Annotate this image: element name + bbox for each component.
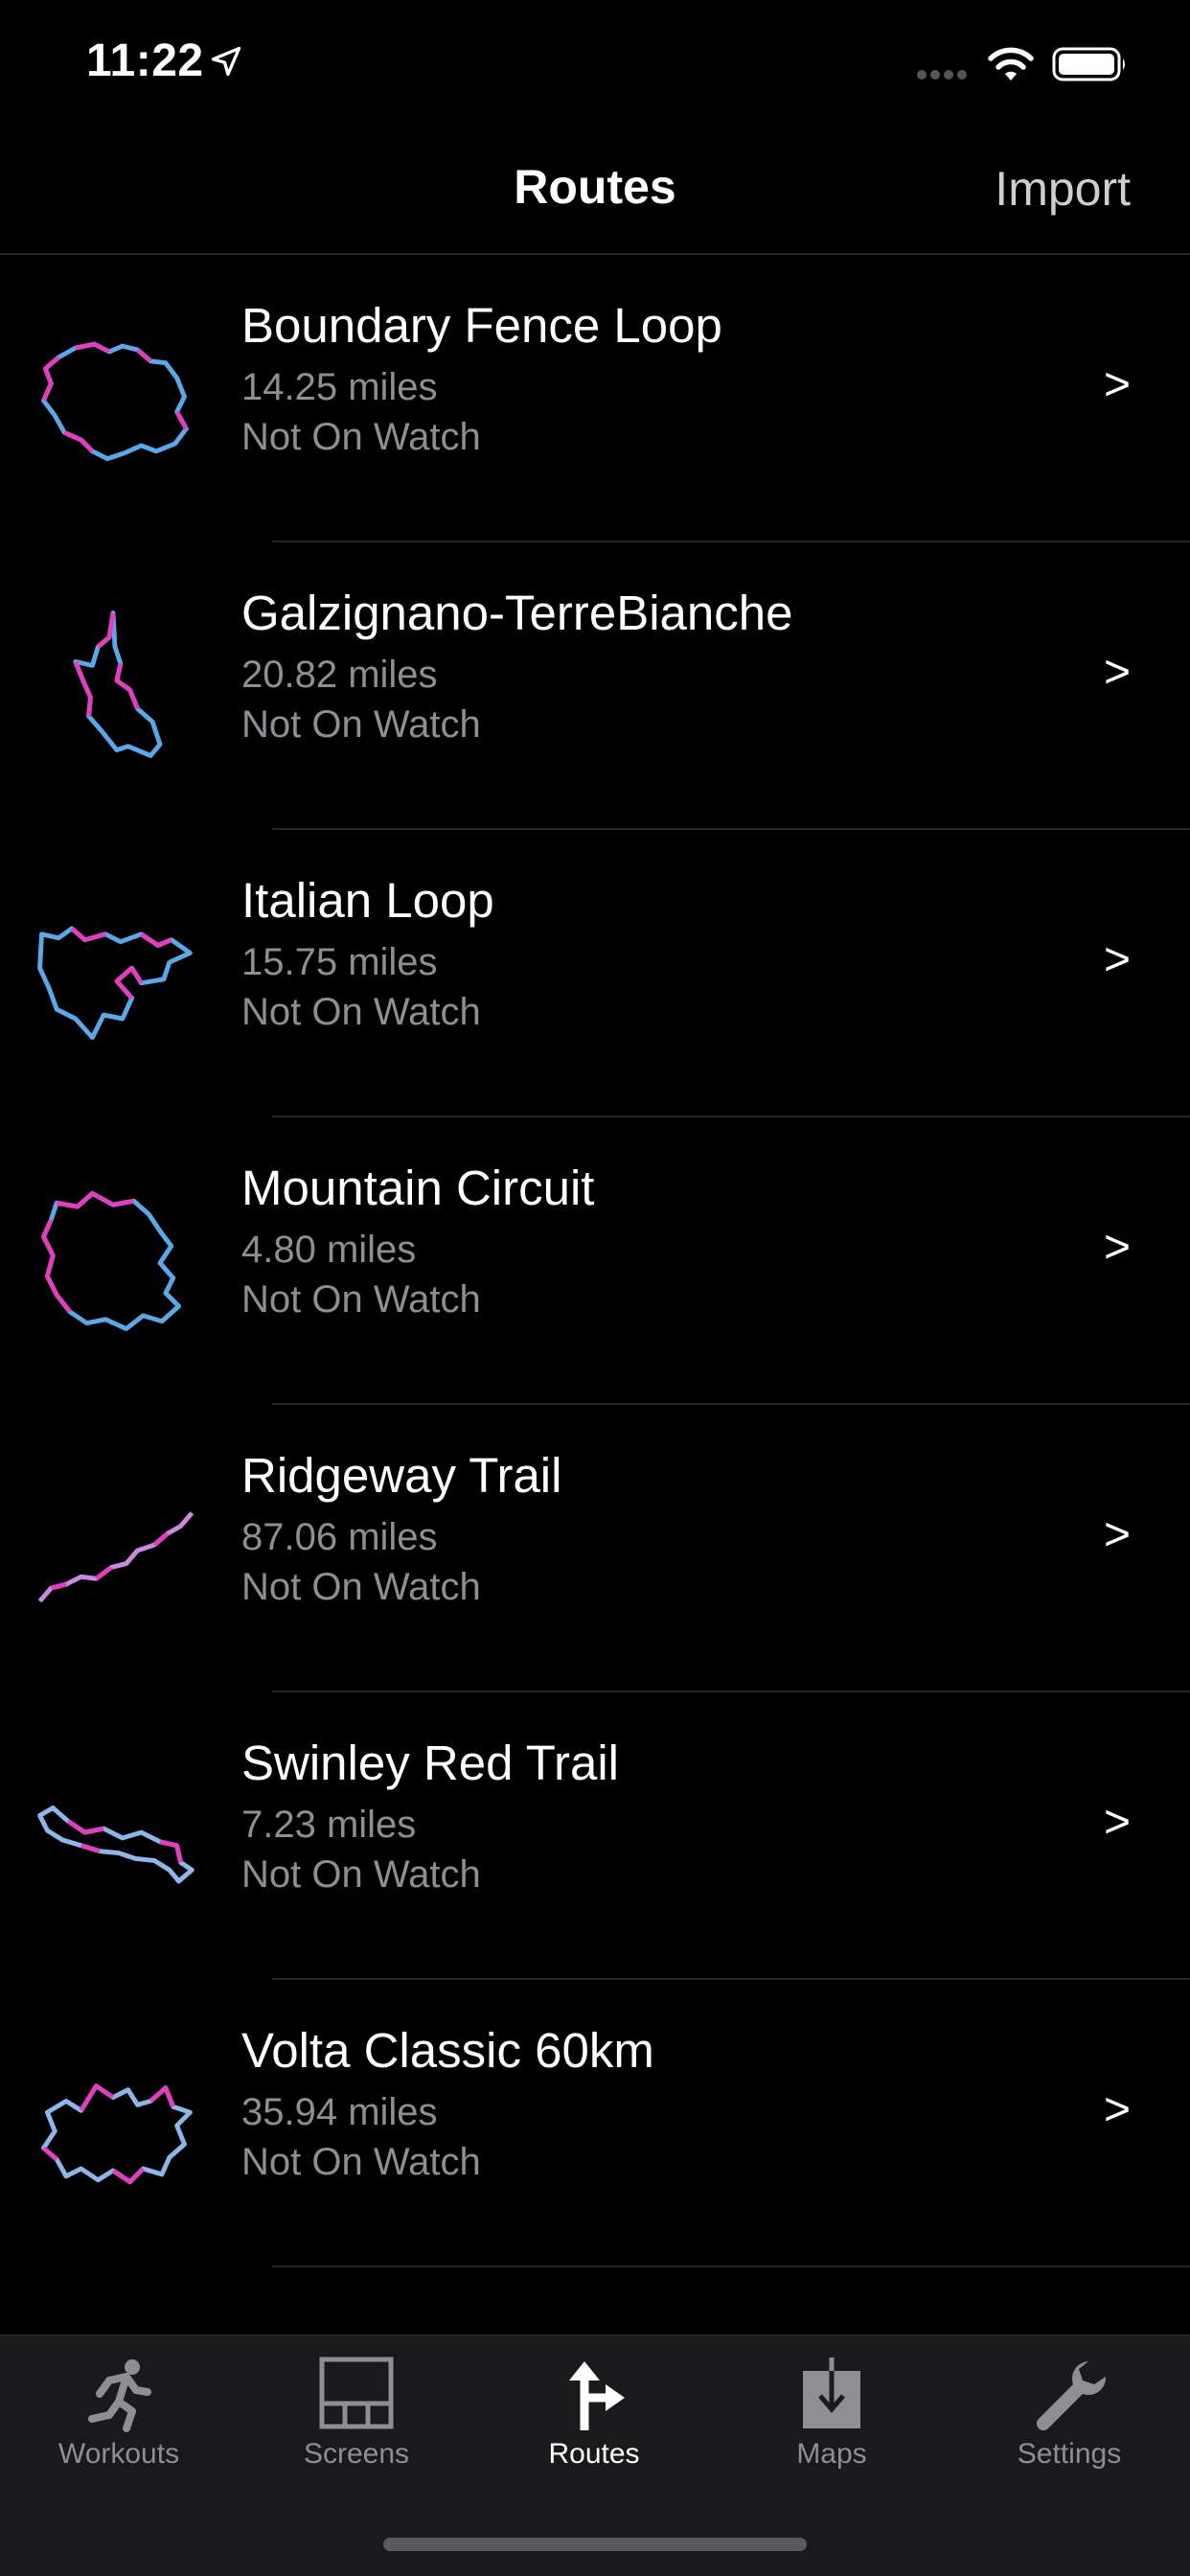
- download-map-icon: [803, 2358, 860, 2428]
- route-name: Italian Loop: [241, 873, 494, 928]
- tab-label: Routes: [548, 2438, 640, 2470]
- tab-settings[interactable]: Settings: [950, 2336, 1188, 2499]
- route-distance: 4.80 miles: [241, 1229, 417, 1271]
- tab-label: Screens: [303, 2438, 410, 2470]
- route-row[interactable]: Mountain Circuit 4.80 miles Not On Watch…: [0, 1117, 1190, 1405]
- route-map-thumbnail: [37, 1511, 195, 1603]
- chevron-right-icon: >: [1103, 359, 1131, 410]
- tab-screens[interactable]: Screens: [238, 2336, 475, 2499]
- route-distance: 15.75 miles: [241, 941, 438, 983]
- route-name: Swinley Red Trail: [241, 1736, 619, 1790]
- route-row[interactable]: Boundary Fence Loop 14.25 miles Not On W…: [0, 255, 1190, 542]
- route-watch-status: Not On Watch: [241, 2141, 481, 2183]
- status-time: 11:22: [86, 35, 204, 86]
- wrench-icon: [1036, 2361, 1107, 2431]
- tab-workouts[interactable]: Workouts: [0, 2336, 238, 2499]
- chevron-right-icon: >: [1103, 2084, 1131, 2135]
- tab-label: Workouts: [57, 2438, 180, 2470]
- route-watch-status: Not On Watch: [241, 1566, 481, 1608]
- route-arrow-icon: [569, 2361, 625, 2430]
- chevron-right-icon: >: [1103, 647, 1131, 698]
- cellular-signal-icon: [917, 70, 967, 80]
- route-distance: 7.23 miles: [241, 1804, 417, 1846]
- route-row[interactable]: Swinley Red Trail 7.23 miles Not On Watc…: [0, 1692, 1190, 1980]
- route-distance: 20.82 miles: [241, 654, 438, 696]
- running-figure-icon: [88, 2359, 151, 2432]
- navigation-bar: Routes Import: [0, 125, 1190, 255]
- route-row[interactable]: Ridgeway Trail 87.06 miles Not On Watch …: [0, 1405, 1190, 1692]
- route-name: Galzignano-TerreBianche: [241, 586, 793, 640]
- route-watch-status: Not On Watch: [241, 1278, 481, 1321]
- wifi-icon: [988, 47, 1034, 80]
- routes-screen: 11:22 Routes Import Boundary Fence Loop …: [0, 0, 1190, 2576]
- home-indicator[interactable]: [383, 2538, 807, 2551]
- route-row[interactable]: Italian Loop 15.75 miles Not On Watch >: [0, 830, 1190, 1117]
- route-map-thumbnail: [41, 2083, 193, 2185]
- tab-routes[interactable]: Routes: [475, 2336, 713, 2499]
- screen-grid-icon: [319, 2357, 394, 2429]
- route-list: Boundary Fence Loop 14.25 miles Not On W…: [0, 255, 1190, 2267]
- route-map-thumbnail: [41, 341, 189, 462]
- route-watch-status: Not On Watch: [241, 703, 481, 746]
- chevron-right-icon: >: [1103, 934, 1131, 985]
- route-row[interactable]: Volta Classic 60km 35.94 miles Not On Wa…: [0, 1980, 1190, 2267]
- chevron-right-icon: >: [1103, 1797, 1131, 1848]
- route-name: Mountain Circuit: [241, 1161, 595, 1215]
- route-distance: 87.06 miles: [241, 1516, 438, 1558]
- route-distance: 35.94 miles: [241, 2091, 438, 2133]
- location-arrow-icon: [211, 46, 241, 77]
- route-row[interactable]: Galzignano-TerreBianche 20.82 miles Not …: [0, 542, 1190, 830]
- route-name: Volta Classic 60km: [241, 2023, 654, 2078]
- route-map-thumbnail: [37, 1806, 195, 1884]
- route-watch-status: Not On Watch: [241, 991, 481, 1033]
- route-map-thumbnail: [37, 926, 193, 1041]
- chevron-right-icon: >: [1103, 1222, 1131, 1273]
- tab-label: Maps: [796, 2438, 867, 2470]
- battery-icon: [1052, 47, 1125, 81]
- route-map-thumbnail: [73, 610, 163, 758]
- route-watch-status: Not On Watch: [241, 416, 481, 458]
- tab-maps[interactable]: Maps: [713, 2336, 950, 2499]
- route-distance: 14.25 miles: [241, 366, 438, 408]
- chevron-right-icon: >: [1103, 1509, 1131, 1560]
- route-name: Ridgeway Trail: [241, 1448, 562, 1503]
- route-name: Boundary Fence Loop: [241, 298, 722, 353]
- tab-label: Settings: [1017, 2438, 1122, 2470]
- import-button[interactable]: Import: [995, 161, 1131, 217]
- route-watch-status: Not On Watch: [241, 1853, 481, 1896]
- route-map-thumbnail: [41, 1190, 182, 1331]
- status-bar: 11:22: [0, 0, 1190, 125]
